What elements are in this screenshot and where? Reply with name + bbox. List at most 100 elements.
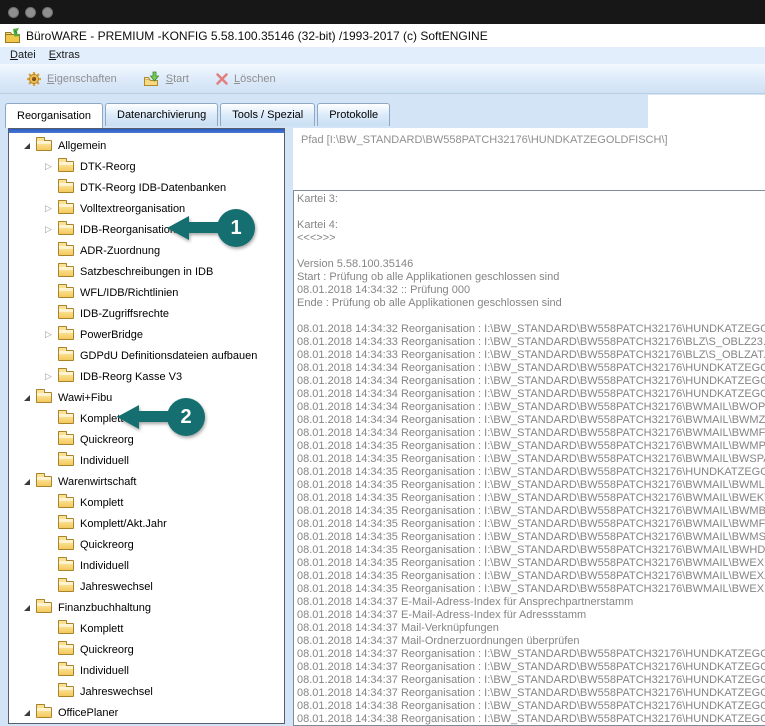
log-line: 08.01.2018 14:34:33 Reorganisation : I:\… bbox=[297, 349, 765, 362]
tree-item[interactable]: Warenwirtschaft bbox=[9, 471, 284, 492]
tree-expand-icon[interactable] bbox=[42, 454, 55, 467]
tab[interactable]: Reorganisation bbox=[5, 103, 103, 128]
tree-expand-icon[interactable] bbox=[42, 202, 55, 215]
tree-item-label: Quickreorg bbox=[80, 644, 134, 656]
tree-item[interactable]: DTK-Reorg bbox=[9, 156, 284, 177]
tree-item[interactable]: Individuell bbox=[9, 450, 284, 471]
menu-item[interactable]: Extras bbox=[45, 48, 89, 63]
tree-expand-icon[interactable] bbox=[20, 139, 33, 152]
tree-item-label: Warenwirtschaft bbox=[58, 476, 136, 488]
tree-expand-icon[interactable] bbox=[42, 160, 55, 173]
log-line: Ende : Prüfung ob alle Applikationen ges… bbox=[297, 297, 765, 310]
log-line: 08.01.2018 14:34:37 Mail-Verknüpfungen bbox=[297, 622, 765, 635]
window-minimize-icon[interactable] bbox=[25, 7, 36, 18]
log-line: 08.01.2018 14:34:35 Reorganisation : I:\… bbox=[297, 518, 765, 531]
tree-item[interactable]: Komplett bbox=[9, 492, 284, 513]
tree-item[interactable]: Individuell bbox=[9, 660, 284, 681]
loeschen-button[interactable]: Löschen bbox=[215, 72, 276, 86]
log-line: 08.01.2018 14:34:37 Reorganisation : I:\… bbox=[297, 648, 765, 661]
tree-item[interactable]: GDPdU Definitionsdateien aufbauen bbox=[9, 345, 284, 366]
folder-icon bbox=[58, 497, 74, 508]
tab[interactable]: Datenarchivierung bbox=[105, 103, 218, 126]
folder-icon bbox=[58, 413, 74, 424]
folder-icon bbox=[58, 623, 74, 634]
tree-item[interactable]: Jahreswechsel bbox=[9, 576, 284, 597]
log-line: 08.01.2018 14:34:33 Reorganisation : I:\… bbox=[297, 336, 765, 349]
tree-expand-icon[interactable] bbox=[42, 223, 55, 236]
gear-icon bbox=[26, 71, 42, 87]
tree-item[interactable]: Jahreswechsel bbox=[9, 681, 284, 702]
tree-expand-icon[interactable] bbox=[42, 286, 55, 299]
tree-expand-icon[interactable] bbox=[20, 475, 33, 488]
tree-expand-icon[interactable] bbox=[42, 580, 55, 593]
log-line: 08.01.2018 14:34:35 Reorganisation : I:\… bbox=[297, 505, 765, 518]
tree-item-label: Quickreorg bbox=[80, 434, 134, 446]
top-right-pane bbox=[648, 95, 765, 129]
tree-item[interactable]: WFL/IDB/Richtlinien bbox=[9, 282, 284, 303]
menu-item[interactable]: Datei bbox=[6, 48, 45, 63]
start-button[interactable]: Start bbox=[143, 71, 189, 87]
eigenschaften-label: Eigenschaften bbox=[47, 73, 117, 85]
tree-item[interactable]: Quickreorg bbox=[9, 429, 284, 450]
tree-item[interactable]: Wawi+Fibu bbox=[9, 387, 284, 408]
tree-expand-icon[interactable] bbox=[42, 265, 55, 278]
tree-expand-icon[interactable] bbox=[20, 391, 33, 404]
folder-icon bbox=[58, 182, 74, 193]
tree-item[interactable]: Quickreorg bbox=[9, 639, 284, 660]
tree-item[interactable]: IDB-Reorg Kasse V3 bbox=[9, 366, 284, 387]
tree-expand-icon[interactable] bbox=[42, 664, 55, 677]
tree-item[interactable]: Satzbeschreibungen in IDB bbox=[9, 261, 284, 282]
tree-item[interactable]: Finanzbuchhaltung bbox=[9, 597, 284, 618]
callout-2-arrow-icon bbox=[117, 405, 139, 429]
tree-expand-icon[interactable] bbox=[42, 181, 55, 194]
tree-item[interactable]: DTK-Reorg IDB-Datenbanken bbox=[9, 177, 284, 198]
tree-expand-icon[interactable] bbox=[42, 349, 55, 362]
tree-item-label: Quickreorg bbox=[80, 539, 134, 551]
eigenschaften-button[interactable]: Eigenschaften bbox=[26, 71, 117, 87]
tree-expand-icon[interactable] bbox=[42, 244, 55, 257]
tree-expand-icon[interactable] bbox=[42, 433, 55, 446]
tab[interactable]: Tools / Spezial bbox=[220, 103, 315, 126]
tree-expand-icon[interactable] bbox=[42, 559, 55, 572]
tree-expand-icon[interactable] bbox=[20, 706, 33, 719]
tree-item[interactable]: Komplett bbox=[9, 618, 284, 639]
tree-expand-icon[interactable] bbox=[42, 307, 55, 320]
folder-icon bbox=[36, 707, 52, 718]
tree-expand-icon[interactable] bbox=[42, 685, 55, 698]
loeschen-label: Löschen bbox=[234, 73, 276, 85]
log-line bbox=[297, 245, 765, 258]
tree-item[interactable]: IDB-Zugriffsrechte bbox=[9, 303, 284, 324]
tree-item-label: Komplett/Akt.Jahr bbox=[80, 518, 167, 530]
tree-item[interactable]: OfficePlaner bbox=[9, 702, 284, 723]
log-line: <<<>>> bbox=[297, 232, 765, 245]
tree-expand-icon[interactable] bbox=[42, 328, 55, 341]
tree-expand-icon[interactable] bbox=[42, 517, 55, 530]
tree-item[interactable]: Quickreorg bbox=[9, 534, 284, 555]
protocol-log-box[interactable]: Kartei 3:Kartei 4:<<<>>>Version 5.58.100… bbox=[293, 190, 765, 726]
log-line: Version 5.58.100.35146 bbox=[297, 258, 765, 271]
tree-expand-icon[interactable] bbox=[42, 643, 55, 656]
tab[interactable]: Protokolle bbox=[317, 103, 390, 126]
log-line: 08.01.2018 14:34:34 Reorganisation : I:\… bbox=[297, 414, 765, 427]
path-label: Pfad [I:\BW_STANDARD\BW558PATCH32176\HUN… bbox=[301, 134, 668, 146]
tree-expand-icon[interactable] bbox=[42, 538, 55, 551]
tree-item[interactable]: PowerBridge bbox=[9, 324, 284, 345]
tree-expand-icon[interactable] bbox=[42, 496, 55, 509]
tree-item-label: Individuell bbox=[80, 455, 129, 467]
start-run-icon bbox=[143, 71, 161, 87]
window-close-icon[interactable] bbox=[8, 7, 19, 18]
tree-item-label: Individuell bbox=[80, 665, 129, 677]
tree-item-label: GDPdU Definitionsdateien aufbauen bbox=[80, 350, 257, 362]
tree-expand-icon[interactable] bbox=[20, 601, 33, 614]
folder-icon bbox=[36, 392, 52, 403]
tree-item[interactable]: Individuell bbox=[9, 555, 284, 576]
tree-item[interactable]: Komplett/Akt.Jahr bbox=[9, 513, 284, 534]
tree-expand-icon[interactable] bbox=[42, 622, 55, 635]
tree-item[interactable]: Allgemein bbox=[9, 135, 284, 156]
tree-expand-icon[interactable] bbox=[42, 370, 55, 383]
tree-expand-icon[interactable] bbox=[42, 412, 55, 425]
window-zoom-icon[interactable] bbox=[42, 7, 53, 18]
folder-icon bbox=[36, 140, 52, 151]
folder-icon bbox=[58, 266, 74, 277]
folder-icon bbox=[58, 518, 74, 529]
